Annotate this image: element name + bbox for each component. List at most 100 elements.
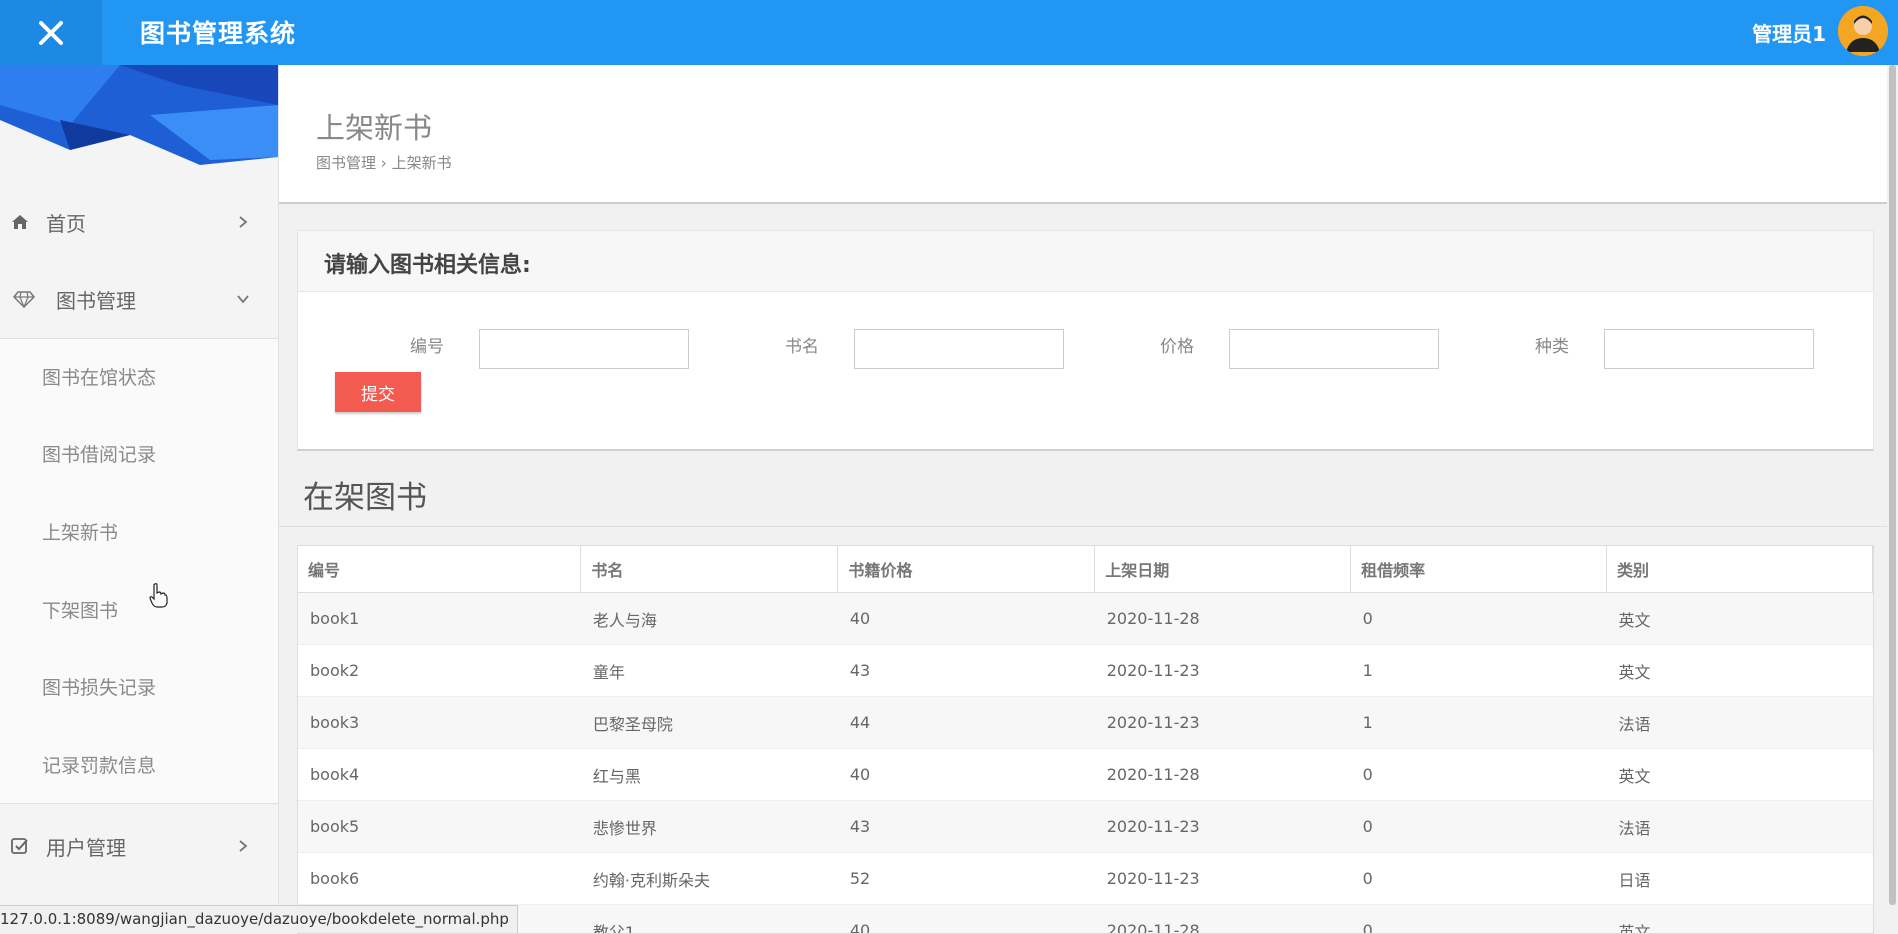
table-row: book6 约翰·克利斯朵夫 52 2020-11-23 0 日语 [298,853,1873,905]
field-label-title: 书名 [785,332,819,357]
column-header: 书籍价格 [838,546,1095,593]
breadcrumb-parent[interactable]: 图书管理 [316,154,376,172]
cell-title: 约翰·克利斯朵夫 [581,853,838,905]
page-title: 上架新书 [316,105,432,147]
cell-frequency: 0 [1351,853,1607,905]
book-id-input[interactable] [479,329,689,369]
sidebar-item-book-management[interactable]: 图书管理 [0,274,278,324]
cell-category: 法语 [1607,801,1873,853]
column-header: 书名 [581,546,838,593]
cell-date: 2020-11-28 [1095,593,1351,645]
sidebar: 首页 图书管理 图书在馆状态 图书借阅记录 上架新书 下架图书 图书损失记录 记… [0,65,279,932]
cell-title: 童年 [581,645,838,697]
sidebar-item-user-management[interactable]: 用户管理 [0,821,278,871]
cell-date: 2020-11-23 [1095,645,1351,697]
cell-date: 2020-11-23 [1095,853,1351,905]
submenu-item-add-book[interactable]: 上架新书 [42,518,118,545]
cell-title: 巴黎圣母院 [581,697,838,749]
table-header-row: 编号 书名 书籍价格 上架日期 租借频率 类别 [298,546,1873,593]
breadcrumb: 图书管理 › 上架新书 [316,152,452,173]
cell-id: book4 [298,749,581,801]
cell-date: 2020-11-23 [1095,697,1351,749]
book-price-input[interactable] [1229,329,1439,369]
cell-price: 43 [838,801,1095,853]
diamond-icon [12,289,36,309]
chevron-right-icon [236,215,250,229]
submenu-item-remove-book[interactable]: 下架图书 [42,596,118,623]
cell-title: 悲惨世界 [581,801,838,853]
close-menu-button[interactable] [0,0,102,65]
page-scrollbar[interactable] [1887,65,1898,932]
cell-category: 法语 [1607,697,1873,749]
table-row: book5 悲惨世界 43 2020-11-23 0 法语 [298,801,1873,853]
scrollbar-thumb[interactable] [1889,65,1896,905]
cell-id: book1 [298,593,581,645]
cell-date: 2020-11-28 [1095,749,1351,801]
cell-frequency: 1 [1351,645,1607,697]
column-header: 类别 [1607,546,1873,593]
cell-category: 日语 [1607,853,1873,905]
cell-title: 红与黑 [581,749,838,801]
cell-title: 教父1 [581,905,838,934]
submenu-item-loss-records[interactable]: 图书损失记录 [42,673,156,700]
sidebar-banner [0,65,278,165]
cell-price: 40 [838,593,1095,645]
book-title-input[interactable] [854,329,1064,369]
form-heading: 请输入图书相关信息: [324,247,531,279]
table-row: book3 巴黎圣母院 44 2020-11-23 1 法语 [298,697,1873,749]
status-url: 127.0.0.1:8089/wangjian_dazuoye/dazuoye/… [0,905,518,933]
column-header: 上架日期 [1095,546,1351,593]
submenu-item-borrow-records[interactable]: 图书借阅记录 [42,440,156,467]
sidebar-item-home[interactable]: 首页 [0,197,278,247]
cell-category: 英文 [1607,593,1873,645]
cell-category: 英文 [1607,645,1873,697]
page-header: 上架新书 图书管理 › 上架新书 [279,65,1889,204]
cell-id: book3 [298,697,581,749]
cell-id: book6 [298,853,581,905]
book-info-form: 请输入图书相关信息: 编号 书名 价格 种类 提交 [297,230,1874,451]
cell-date: 2020-11-28 [1095,905,1351,934]
submenu-item-book-status[interactable]: 图书在馆状态 [42,363,156,390]
user-avatar-icon [1838,6,1888,56]
breadcrumb-current: 上架新书 [392,154,452,172]
sidebar-item-label: 用户管理 [46,832,126,861]
user-name[interactable]: 管理员1 [1752,18,1826,47]
chevron-down-icon [236,292,250,306]
checkbox-icon [10,836,30,856]
top-bar: 图书管理系统 管理员1 [0,0,1898,65]
close-icon [36,18,66,48]
sidebar-item-label: 首页 [46,208,86,237]
cell-price: 52 [838,853,1095,905]
table-row: book1 老人与海 40 2020-11-28 0 英文 [298,593,1873,645]
books-table: 编号 书名 书籍价格 上架日期 租借频率 类别 book1 老人与海 40 20… [297,545,1874,934]
submenu-item-fine-records[interactable]: 记录罚款信息 [42,751,156,778]
table-row: book4 红与黑 40 2020-11-28 0 英文 [298,749,1873,801]
submit-button[interactable]: 提交 [335,372,421,412]
field-label-price: 价格 [1160,332,1194,357]
cell-frequency: 0 [1351,905,1607,934]
cell-frequency: 1 [1351,697,1607,749]
cell-frequency: 0 [1351,749,1607,801]
field-label-category: 种类 [1535,332,1569,357]
cell-category: 英文 [1607,905,1873,934]
form-header: 请输入图书相关信息: [298,231,1873,292]
cell-title: 老人与海 [581,593,838,645]
section-divider [279,526,1889,527]
chevron-right-icon [236,839,250,853]
cell-date: 2020-11-23 [1095,801,1351,853]
book-category-input[interactable] [1604,329,1814,369]
cell-id: book5 [298,801,581,853]
cell-price: 40 [838,905,1095,934]
column-header: 编号 [298,546,581,593]
cell-price: 44 [838,697,1095,749]
app-title: 图书管理系统 [140,14,296,50]
hand-cursor-icon [148,582,168,608]
table-row: book2 童年 43 2020-11-23 1 英文 [298,645,1873,697]
table-row: book7 教父1 40 2020-11-28 0 英文 [298,905,1873,934]
avatar[interactable] [1838,6,1888,56]
cell-frequency: 0 [1351,593,1607,645]
cell-price: 40 [838,749,1095,801]
section-title: 在架图书 [303,472,427,517]
field-label-id: 编号 [410,332,444,357]
cell-category: 英文 [1607,749,1873,801]
